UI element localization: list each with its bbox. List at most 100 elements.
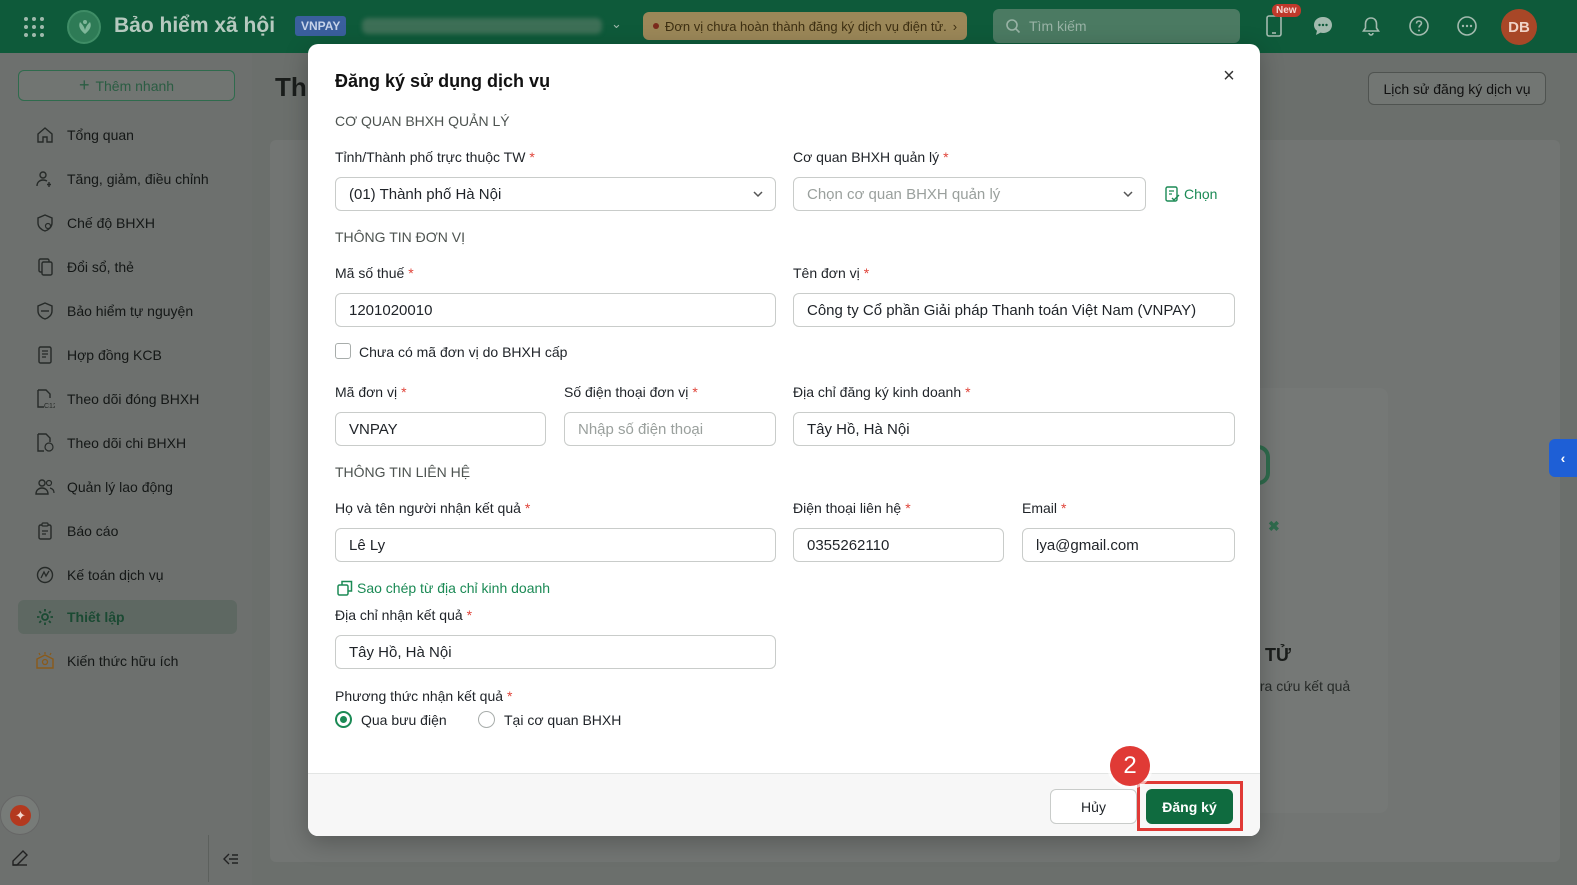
sidebar-item-track-spending[interactable]: Theo dõi chi BHXH [18, 426, 237, 460]
alert-text: Đơn vị chưa hoàn thành đăng ký dịch vụ đ… [665, 18, 947, 34]
unit-code-input[interactable]: VNPAY [335, 412, 546, 446]
sidebar-item-adjust[interactable]: Tăng, giảm, điều chỉnh [18, 162, 237, 196]
required-mark: * [965, 384, 971, 400]
company-name-blurred[interactable] [362, 18, 602, 34]
collapse-sidebar-icon[interactable] [208, 835, 252, 882]
sparkle-icon: ✦ [10, 805, 31, 826]
method-post-label[interactable]: Qua bưu điện [361, 712, 447, 728]
new-badge: New [1272, 4, 1301, 17]
receive-address-value: Tây Hồ, Hà Nội [349, 643, 452, 661]
chat-icon[interactable] [1309, 12, 1337, 40]
copy-business-address-link[interactable]: Sao chép từ địa chỉ kinh doanh [337, 580, 550, 596]
org-tag: VNPAY [295, 16, 347, 36]
email-label: Email * [1022, 500, 1067, 516]
agency-select[interactable]: Chọn cơ quan BHXH quản lý [793, 177, 1146, 211]
required-mark: * [507, 688, 513, 704]
no-unit-code-checkbox[interactable] [335, 343, 351, 359]
required-mark: * [401, 384, 407, 400]
apps-grid-icon[interactable] [22, 15, 46, 39]
brand-title[interactable]: Bảo hiểm xã hội [114, 14, 275, 38]
sidebar-item-reports[interactable]: Báo cáo [18, 514, 237, 548]
required-mark: * [1061, 500, 1067, 516]
unit-code-value: VNPAY [349, 420, 398, 438]
sidebar-item-kcb-contract[interactable]: Hợp đồng KCB [18, 338, 237, 372]
unit-phone-label: Số điện thoại đơn vị * [564, 384, 698, 400]
sidebar-item-labor[interactable]: Quản lý lao động [18, 470, 237, 504]
chevron-down-icon [1122, 187, 1134, 204]
cancel-button[interactable]: Hủy [1050, 789, 1137, 824]
unit-name-value: Công ty Cổ phần Giải pháp Thanh toán Việ… [807, 301, 1197, 319]
contact-phone-value: 0355262110 [807, 536, 890, 554]
recipient-name-input[interactable]: Lê Ly [335, 528, 776, 562]
registration-alert[interactable]: Đơn vị chưa hoàn thành đăng ký dịch vụ đ… [643, 12, 968, 40]
app-logo[interactable] [67, 10, 101, 44]
tax-code-value: 1201020010 [349, 301, 433, 319]
sidebar-item-card-change[interactable]: Đổi sổ, thẻ [18, 250, 237, 284]
unit-phone-input[interactable]: Nhập số điện thoại [564, 412, 776, 446]
required-mark: * [529, 149, 535, 165]
required-mark: * [408, 265, 414, 281]
sidebar-item-overview[interactable]: Tổng quan [18, 118, 237, 152]
help-icon[interactable] [1405, 12, 1433, 40]
method-post-radio[interactable] [335, 711, 352, 728]
tax-code-input[interactable]: 1201020010 [335, 293, 776, 327]
knowledge-icon [35, 651, 55, 671]
sidebar-item-label: Bảo hiểm tự nguyện [67, 303, 194, 319]
email-input[interactable]: lya@gmail.com [1022, 528, 1235, 562]
chevron-down-icon [752, 187, 764, 204]
card-swap-icon [35, 257, 55, 277]
province-select[interactable]: (01) Thành phố Hà Nội [335, 177, 776, 211]
sidebar-item-label: Tổng quan [67, 127, 134, 143]
sidebar-item-track-payment[interactable]: C12 Theo dõi đóng BHXH [18, 382, 237, 416]
required-mark: * [692, 384, 698, 400]
sidebar-item-settings[interactable]: Thiết lập [18, 600, 237, 634]
no-unit-code-label[interactable]: Chưa có mã đơn vị do BHXH cấp [359, 344, 567, 360]
section-agency-title: CƠ QUAN BHXH QUẢN LÝ [335, 113, 510, 129]
receive-address-label: Địa chỉ nhận kết quả * [335, 607, 473, 623]
sidebar-item-label: Tăng, giảm, điều chỉnh [67, 171, 209, 187]
copy-icon [337, 580, 353, 596]
alert-dot-icon [653, 23, 659, 29]
sidebar-item-benefits[interactable]: Chế độ BHXH [18, 206, 237, 240]
contact-phone-input[interactable]: 0355262110 [793, 528, 1004, 562]
required-mark: * [466, 607, 473, 623]
document-money-icon [35, 433, 55, 453]
required-mark: * [905, 500, 911, 516]
edit-icon[interactable] [10, 848, 30, 871]
unit-phone-placeholder: Nhập số điện thoại [578, 420, 704, 438]
ai-assistant-button[interactable]: ✦ [0, 795, 40, 835]
required-mark: * [524, 500, 531, 516]
sidebar-item-label: Chế độ BHXH [67, 215, 155, 231]
unit-name-input[interactable]: Công ty Cổ phần Giải pháp Thanh toán Việ… [793, 293, 1235, 327]
method-agency-label[interactable]: Tại cơ quan BHXH [504, 712, 621, 728]
more-icon[interactable] [1453, 12, 1481, 40]
sidebar-item-accounting[interactable]: Kế toán dịch vụ [18, 558, 237, 592]
quick-add-button[interactable]: + Thêm nhanh [18, 70, 235, 101]
svg-text:C12: C12 [44, 403, 55, 409]
sidebar-item-label: Kế toán dịch vụ [67, 567, 164, 583]
service-registration-dialog: Đăng ký sử dụng dịch vụ × CƠ QUAN BHXH Q… [308, 44, 1260, 836]
choose-agency-link[interactable]: Chọn [1164, 186, 1217, 202]
expand-panel-icon[interactable]: ‹ [1549, 439, 1577, 477]
chevron-down-icon[interactable]: ⌄ [611, 16, 622, 32]
close-icon[interactable]: × [1218, 65, 1240, 87]
sidebar-item-knowledge[interactable]: Kiến thức hữu ích [18, 644, 237, 678]
chevron-right-icon: › [952, 18, 958, 34]
service-history-button[interactable]: Lịch sử đăng ký dịch vụ [1368, 72, 1546, 105]
shield-icon [35, 301, 55, 321]
agency-placeholder: Chọn cơ quan BHXH quản lý [807, 185, 1001, 203]
sidebar-item-label: Theo dõi chi BHXH [67, 435, 187, 451]
step-highlight-box [1137, 781, 1243, 831]
sidebar-item-voluntary[interactable]: Bảo hiểm tự nguyện [18, 294, 237, 328]
gear-icon [35, 607, 55, 627]
dialog-footer: Hủy Đăng ký [308, 773, 1260, 836]
receive-address-input[interactable]: Tây Hồ, Hà Nội [335, 635, 776, 669]
bell-icon[interactable] [1357, 12, 1385, 40]
business-address-input[interactable]: Tây Hồ, Hà Nội [793, 412, 1235, 446]
sidebar-item-label: Thiết lập [67, 609, 125, 625]
method-agency-radio[interactable] [478, 711, 495, 728]
avatar[interactable]: DB [1501, 9, 1537, 45]
sidebar-item-label: Quản lý lao động [67, 479, 173, 495]
close-mark-icon: ✖ [1268, 518, 1280, 534]
global-search[interactable]: Tìm kiếm [993, 9, 1240, 43]
